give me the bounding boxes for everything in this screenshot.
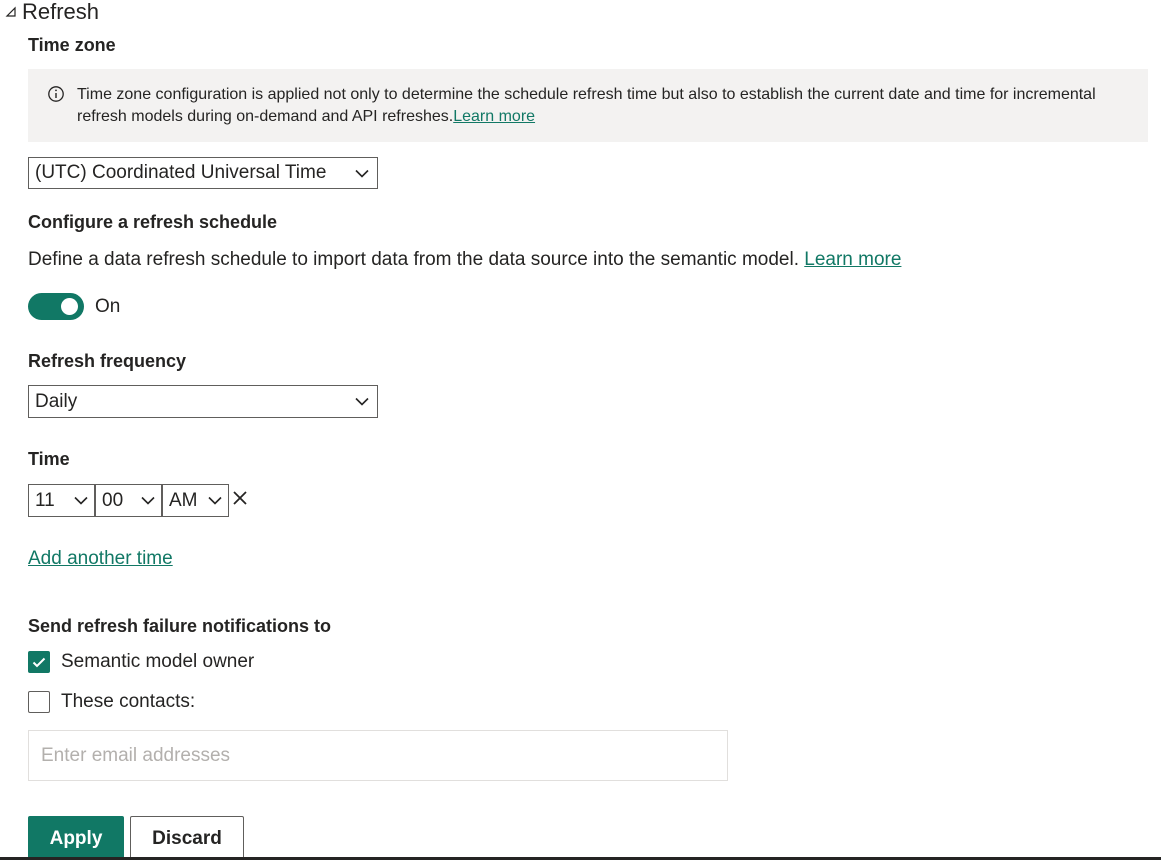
contacts-checkbox-label: These contacts: — [61, 691, 196, 712]
schedule-learn-more-link[interactable]: Learn more — [804, 249, 901, 270]
minute-select[interactable]: 00 — [95, 484, 162, 517]
contacts-checkbox-row[interactable]: These contacts: — [28, 691, 195, 713]
hour-value: 11 — [35, 489, 55, 511]
owner-checkbox[interactable] — [28, 651, 50, 673]
minute-value: 00 — [102, 489, 124, 511]
chevron-down-icon — [355, 397, 369, 406]
chevron-down-icon — [355, 169, 369, 178]
checkmark-icon — [32, 657, 46, 667]
period-select[interactable]: AM — [162, 484, 229, 517]
section-title: Refresh — [22, 0, 100, 24]
refresh-section-header[interactable]: Refresh — [4, 0, 99, 24]
toggle-state-label: On — [95, 296, 121, 317]
period-value: AM — [169, 489, 198, 511]
chevron-down-icon — [208, 496, 222, 505]
notifications-heading: Send refresh failure notifications to — [28, 616, 332, 636]
refresh-schedule-toggle[interactable] — [28, 293, 84, 320]
contacts-checkbox[interactable] — [28, 691, 50, 713]
chevron-down-icon — [74, 496, 88, 505]
apply-button[interactable]: Apply — [28, 816, 124, 860]
add-another-time-link[interactable]: Add another time — [28, 548, 173, 570]
refresh-settings-page: Refresh Time zone Time zone configuratio… — [0, 0, 1161, 860]
discard-button[interactable]: Discard — [130, 816, 244, 860]
time-zone-select[interactable]: (UTC) Coordinated Universal Time — [28, 157, 378, 189]
info-message: Time zone configuration is applied not o… — [77, 86, 1096, 125]
time-zone-selected-value: (UTC) Coordinated Universal Time — [35, 162, 327, 183]
close-x-icon[interactable] — [232, 490, 248, 506]
owner-checkbox-row[interactable]: Semantic model owner — [28, 651, 254, 673]
time-label: Time — [28, 449, 70, 469]
toggle-knob — [61, 298, 78, 315]
refresh-schedule-heading: Configure a refresh schedule — [28, 212, 278, 232]
frequency-selected-value: Daily — [35, 390, 78, 412]
owner-checkbox-label: Semantic model owner — [61, 651, 255, 672]
time-zone-info-text: Time zone configuration is applied not o… — [77, 84, 1117, 142]
schedule-description-text: Define a data refresh schedule to import… — [28, 249, 799, 270]
hour-select[interactable]: 11 — [28, 484, 95, 517]
chevron-down-icon — [141, 496, 155, 505]
triangle-collapse-icon[interactable] — [4, 5, 18, 19]
refresh-frequency-label: Refresh frequency — [28, 351, 187, 371]
email-addresses-input[interactable] — [28, 730, 728, 781]
refresh-frequency-select[interactable]: Daily — [28, 385, 378, 418]
info-learn-more-link[interactable]: Learn more — [453, 108, 535, 125]
time-zone-info-box: Time zone configuration is applied not o… — [28, 69, 1148, 142]
refresh-schedule-description: Define a data refresh schedule to import… — [28, 249, 901, 271]
time-zone-label: Time zone — [28, 35, 116, 55]
info-circle-icon — [48, 86, 64, 102]
